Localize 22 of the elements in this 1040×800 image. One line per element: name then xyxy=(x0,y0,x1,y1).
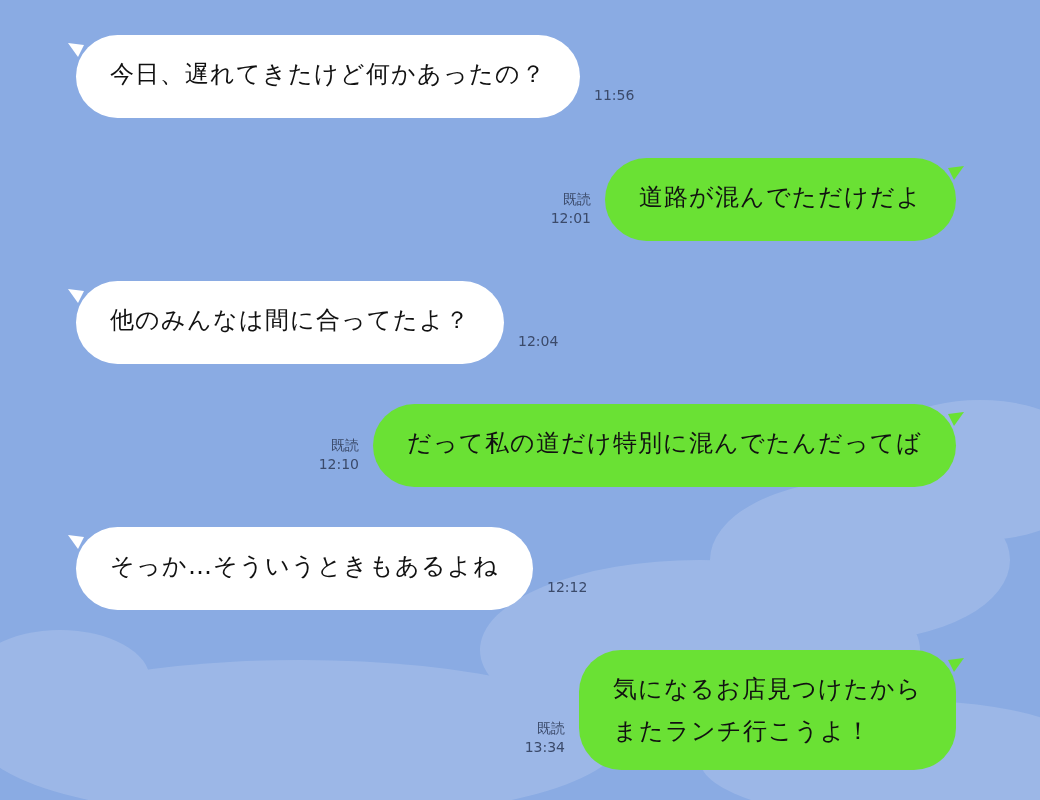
message-time: 13:34 xyxy=(524,738,565,758)
bubble-tail xyxy=(68,535,84,549)
read-receipt: 既読 xyxy=(537,718,565,738)
message-time: 12:10 xyxy=(318,455,359,475)
message-time: 12:01 xyxy=(550,209,591,229)
message-time: 12:04 xyxy=(518,332,559,352)
read-receipt: 既読 xyxy=(563,189,591,209)
message-text-line: またランチ行こうよ！ xyxy=(613,716,872,747)
read-receipt: 既読 xyxy=(331,435,359,455)
bubble-tail xyxy=(948,412,964,426)
message-text-line: 気になるお店見つけたから xyxy=(613,674,922,705)
bubble-tail xyxy=(948,658,964,672)
message-bubble: だって私の道だけ特別に混んでたんだってば xyxy=(373,404,956,487)
bubble-tail xyxy=(948,166,964,180)
message-time: 11:56 xyxy=(594,86,635,106)
bubble-tail xyxy=(68,289,84,303)
message-bubble: そっか…そういうときもあるよね xyxy=(76,527,533,610)
message-bubble: 他のみんなは間に合ってたよ？ xyxy=(76,281,504,364)
message-bubble: 道路が混んでただけだよ xyxy=(605,158,956,241)
message-bubble: 今日、遅れてきたけど何かあったの？ xyxy=(76,35,580,118)
bubble-tail xyxy=(68,43,84,57)
message-time: 12:12 xyxy=(547,578,588,598)
